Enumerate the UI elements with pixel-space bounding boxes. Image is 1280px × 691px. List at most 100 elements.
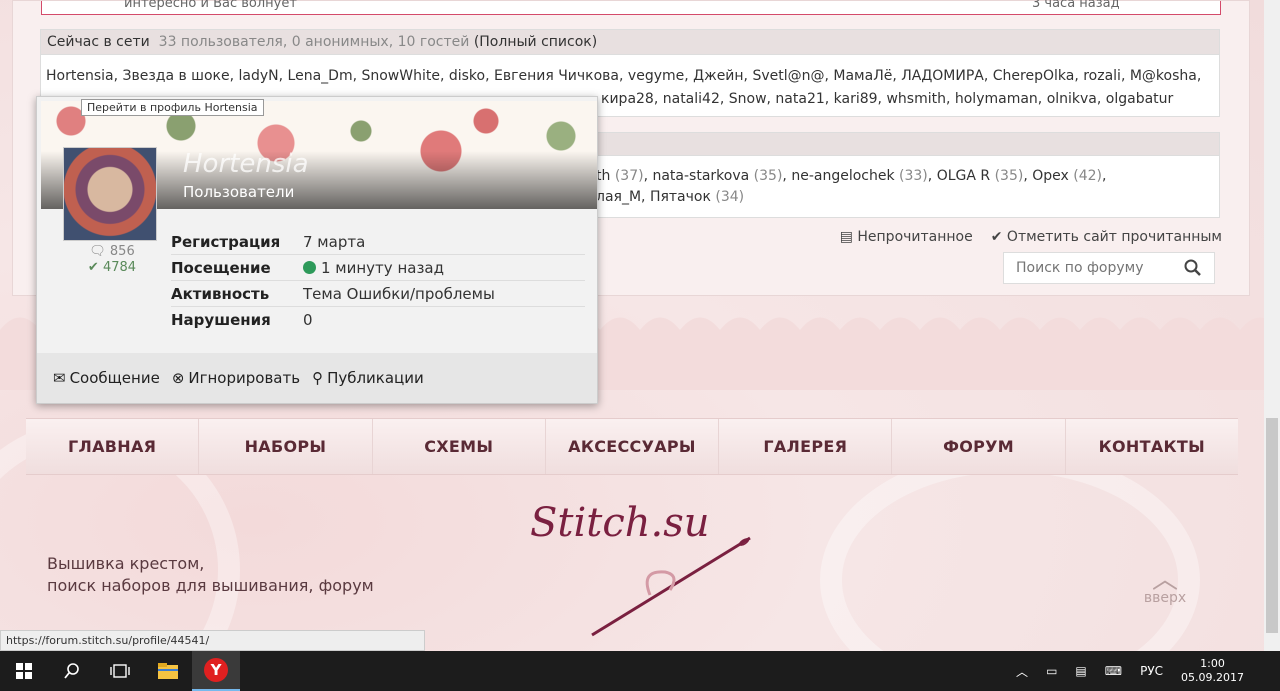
forum-search — [1003, 252, 1215, 284]
check-icon: ✔ — [990, 229, 1003, 245]
nav-forum[interactable]: ФОРУМ — [892, 419, 1066, 474]
folder-icon — [158, 663, 178, 679]
nav-patterns[interactable]: СХЕМЫ — [373, 419, 546, 474]
topic-row[interactable]: интересно и Вас волнует 3 часа назад — [41, 0, 1221, 15]
online-title: Сейчас в сети — [47, 34, 150, 50]
birthday-user[interactable]: Opex — [1032, 168, 1069, 184]
clock-time: 1:00 — [1200, 657, 1225, 670]
birthday-age: (33) — [899, 168, 928, 184]
yandex-browser-button[interactable]: Y — [192, 651, 240, 691]
chevron-up-icon: ︿ — [1151, 565, 1178, 595]
background-ornament — [820, 450, 1200, 651]
main-nav: ГЛАВНАЯ НАБОРЫ СХЕМЫ АКСЕССУАРЫ ГАЛЕРЕЯ … — [26, 418, 1238, 475]
online-users-line[interactable]: Hortensia, Звезда в шоке, ladyN, Lena_Dm… — [46, 65, 1214, 88]
info-row: Нарушения 0 — [171, 307, 585, 333]
profile-stats: 🗨 856 ✔ 4784 — [77, 244, 147, 276]
nav-accessories[interactable]: АКСЕССУАРЫ — [546, 419, 720, 474]
newspaper-icon: ▤ — [839, 229, 853, 245]
profile-popup: Hortensia Пользователи 🗨 856 ✔ 4784 Реги… — [36, 96, 598, 404]
chevron-up-icon[interactable]: ︿ — [1016, 663, 1028, 680]
search-icon[interactable] — [1184, 259, 1202, 277]
topic-text[interactable]: интересно и Вас волнует — [124, 0, 297, 11]
needle-icon — [591, 536, 751, 637]
ignore-button[interactable]: ⊗ Игнорировать — [172, 369, 300, 387]
birthday-age: (34) — [715, 189, 745, 205]
likes-stat: ✔ 4784 — [77, 260, 147, 276]
ignore-label: Игнорировать — [188, 369, 301, 387]
notifications-icon[interactable]: ▤ — [1075, 664, 1086, 678]
info-row: Активность Тема Ошибки/проблемы — [171, 281, 585, 307]
full-list-link[interactable]: (Полный список) — [474, 34, 597, 50]
posts-label: Публикации — [327, 369, 424, 387]
clock[interactable]: 1:00 05.09.2017 — [1181, 657, 1244, 685]
windows-taskbar: Y ︿ ▭ ▤ ⌨ РУС 1:00 05.09.2017 — [0, 651, 1280, 691]
info-value: 0 — [303, 311, 313, 329]
system-tray: ︿ ▭ ▤ ⌨ РУС 1:00 05.09.2017 — [1016, 651, 1280, 691]
search-icon: ⚲ — [312, 369, 324, 387]
birthday-user[interactable]: OLGA R — [937, 168, 990, 184]
message-button[interactable]: ✉ Сообщение — [53, 369, 160, 387]
posts-button[interactable]: ⚲ Публикации — [312, 369, 424, 387]
comments-stat: 🗨 856 — [77, 244, 147, 260]
info-key: Регистрация — [171, 232, 281, 251]
search-input[interactable] — [1016, 260, 1166, 276]
birthday-user[interactable]: лая_М — [596, 189, 641, 205]
yandex-browser-icon: Y — [204, 658, 228, 682]
language-indicator[interactable]: РУС — [1140, 664, 1163, 678]
site-logo[interactable]: Stitch.su — [530, 500, 760, 640]
last-visit: 1 минуту назад — [321, 258, 444, 277]
search-icon — [64, 663, 79, 679]
info-row: Посещение 1 минуту назад — [171, 255, 585, 281]
unread-link[interactable]: ▤ Непрочитанное — [840, 229, 973, 245]
mark-read-label: Отметить сайт прочитанным — [1006, 229, 1222, 245]
battery-icon[interactable]: ▭ — [1046, 664, 1057, 678]
envelope-icon: ✉ — [53, 369, 66, 387]
profile-username[interactable]: Hortensia — [183, 149, 309, 179]
scroll-top-label: вверх — [1143, 590, 1187, 606]
windows-icon — [16, 663, 32, 679]
birthday-age: (35) — [994, 168, 1024, 184]
nav-kits[interactable]: НАБОРЫ — [199, 419, 373, 474]
clock-date: 05.09.2017 — [1181, 671, 1244, 684]
birthday-age: (42) — [1073, 168, 1102, 184]
scroll-top-button[interactable]: ︿ вверх — [1140, 565, 1190, 606]
profile-info: Регистрация 7 марта Посещение 1 минуту наз… — [171, 229, 585, 333]
check-icon: ✔ — [87, 260, 99, 275]
birthday-user[interactable]: ne-angelochek — [791, 168, 894, 184]
info-row: Регистрация 7 марта — [171, 229, 585, 255]
likes-count: 4784 — [102, 260, 137, 275]
birthday-user[interactable]: Пятачок — [650, 189, 711, 205]
birthday-user[interactable]: nata-starkova — [652, 168, 749, 184]
mark-read-link[interactable]: ✔ Отметить сайт прочитанным — [991, 229, 1222, 245]
birthday-age: (35) — [753, 168, 783, 184]
footer-tagline: Вышивка крестом, поиск наборов для вышив… — [47, 553, 374, 597]
explorer-button[interactable] — [144, 651, 192, 691]
block-icon: ⊗ — [171, 369, 185, 387]
nav-contacts[interactable]: КОНТАКТЫ — [1066, 419, 1238, 474]
profile-actions: ✉ Сообщение ⊗ Игнорировать ⚲ Публикации — [37, 353, 597, 403]
footer-line: поиск наборов для вышивания, форум — [47, 576, 374, 595]
nav-home[interactable]: ГЛАВНАЯ — [26, 419, 200, 474]
info-key: Посещение — [171, 258, 271, 277]
online-counts: 33 пользователя, 0 анонимных, 10 гостей — [158, 34, 470, 50]
nav-gallery[interactable]: ГАЛЕРЕЯ — [719, 419, 893, 474]
birthday-age: (37) — [614, 168, 644, 184]
taskbar-search-button[interactable] — [48, 651, 96, 691]
info-key: Нарушения — [171, 311, 271, 329]
task-view-icon — [110, 664, 130, 678]
info-value[interactable]: Тема Ошибки/проблемы — [303, 285, 495, 303]
keyboard-icon[interactable]: ⌨ — [1105, 664, 1122, 678]
birthday-user[interactable]: th — [596, 168, 610, 184]
avatar[interactable] — [63, 147, 157, 241]
topic-time: 3 часа назад — [1032, 0, 1120, 11]
status-url-bar: https://forum.stitch.su/profile/44541/ — [0, 630, 425, 651]
unread-label: Непрочитанное — [857, 229, 973, 245]
scrollbar-thumb[interactable] — [1266, 418, 1278, 633]
footer-line: Вышивка крестом, — [47, 554, 205, 573]
profile-tooltip: Перейти в профиль Hortensia — [81, 99, 264, 116]
info-value: 1 минуту назад — [303, 259, 444, 277]
comments-count: 856 — [109, 244, 135, 259]
vertical-scrollbar[interactable] — [1264, 0, 1280, 651]
start-button[interactable] — [0, 651, 48, 691]
task-view-button[interactable] — [96, 651, 144, 691]
